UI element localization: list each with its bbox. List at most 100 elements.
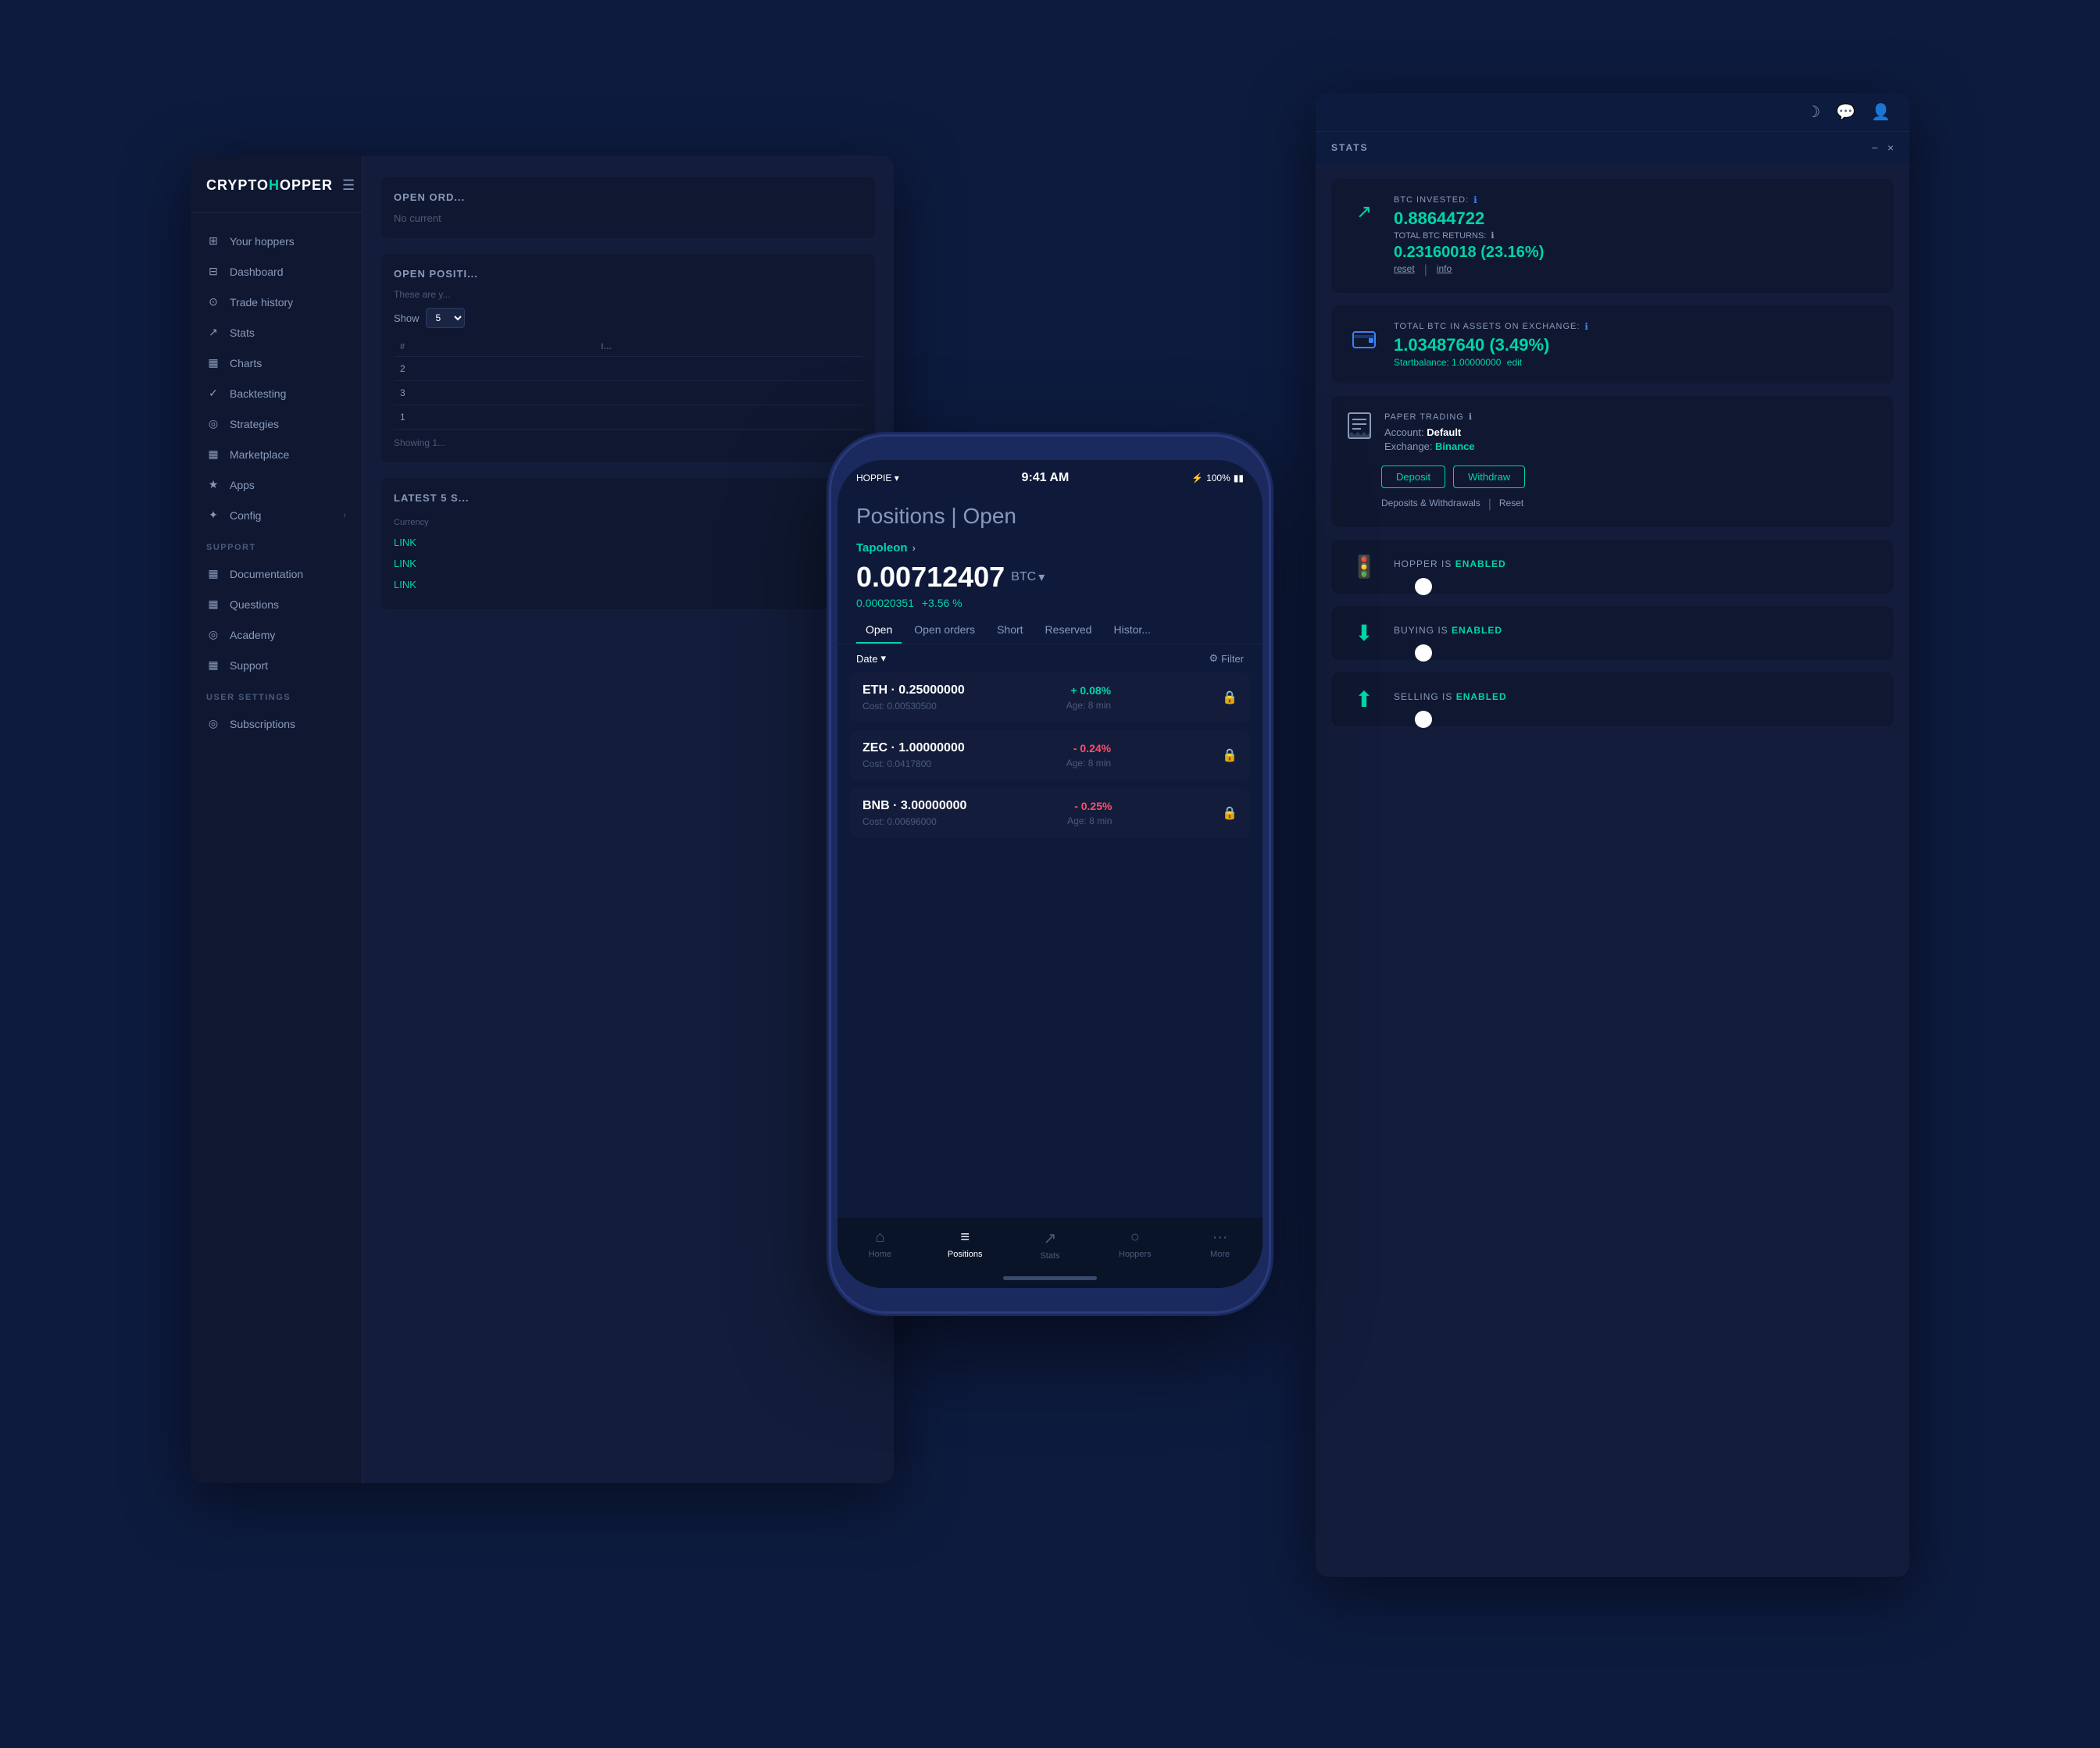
paper-exchange-row: Exchange: Binance (1384, 441, 1475, 452)
more-nav-icon: ··· (1212, 1229, 1228, 1247)
reset-link[interactable]: reset (1394, 263, 1415, 277)
tab-history[interactable]: Histor... (1104, 615, 1159, 644)
moon-icon[interactable]: ☽ (1806, 102, 1820, 122)
deposits-withdrawals-link[interactable]: Deposits & Withdrawals (1381, 498, 1480, 512)
phone-battery: ⚡ 100% ▮▮ (1191, 473, 1244, 483)
show-select[interactable]: 5 10 25 (426, 308, 465, 328)
row-num: 2 (394, 357, 595, 381)
paper-title-text: PAPER TRADING ℹ (1384, 412, 1475, 422)
filter-button[interactable]: ⚙ Filter (1209, 652, 1244, 665)
desktop-left-panel: CRYPTOHOPPER ☰ ⊞ Your hoppers ⊟ Dashboar… (191, 155, 894, 1483)
portfolio-value: 0.00712407 BTC ▾ (856, 561, 1244, 594)
buying-toggle-info: BUYING IS ENABLED (1394, 625, 1878, 642)
hamburger-icon[interactable]: ☰ (342, 177, 355, 194)
desktop-right-panel: ☽ 💬 👤 STATS − × ↗ BTC INVESTED: ℹ 0 (1316, 93, 1909, 1577)
sidebar-item-dashboard[interactable]: ⊟ Dashboard (191, 256, 362, 287)
sidebar-logo: CRYPTOHOPPER ☰ (191, 155, 362, 213)
sidebar-item-strategies[interactable]: ◎ Strategies (191, 408, 362, 439)
info-icon-assets[interactable]: ℹ (1584, 321, 1589, 332)
sidebar-item-questions[interactable]: ▦ Questions (191, 589, 362, 619)
sidebar-item-config[interactable]: ✦ Config › (191, 500, 362, 530)
link-2[interactable]: LINK (394, 558, 416, 569)
sidebar-item-documentation[interactable]: ▦ Documentation (191, 558, 362, 589)
info-icon-paper[interactable]: ℹ (1469, 412, 1473, 422)
table-row: 1 (394, 405, 862, 430)
filter-icon: ⚙ (1209, 652, 1218, 665)
sidebar-item-trade-history[interactable]: ⊙ Trade history (191, 287, 362, 317)
col-info: I... (595, 337, 862, 357)
deposit-button[interactable]: Deposit (1381, 466, 1445, 488)
table-hint: These are y... (394, 289, 862, 300)
position-eth[interactable]: ETH · 0.25000000 Cost: 0.00530500 + 0.08… (850, 672, 1250, 722)
receipt-icon (1347, 412, 1372, 445)
currency-dropdown-icon[interactable]: ▾ (1038, 569, 1045, 585)
pos-age-bnb: Age: 8 min (1067, 815, 1112, 826)
currency-label: Currency (394, 518, 429, 527)
pos-age-zec: Age: 8 min (1066, 758, 1111, 769)
sidebar-item-academy[interactable]: ◎ Academy (191, 619, 362, 650)
info-icon-returns[interactable]: ℹ (1491, 230, 1494, 241)
config-arrow: › (343, 511, 346, 520)
tab-open-orders[interactable]: Open orders (905, 615, 984, 644)
wifi-icon: ▾ (895, 473, 899, 483)
latest-section: LATEST 5 S... Currency LINK LINK LINK (381, 478, 875, 609)
nav-positions[interactable]: ≡ Positions (923, 1225, 1008, 1264)
home-indicator (838, 1276, 1262, 1288)
sidebar-item-marketplace[interactable]: ▦ Marketplace (191, 439, 362, 469)
sidebar-item-stats[interactable]: ↗ Stats (191, 317, 362, 348)
close-button[interactable]: × (1888, 141, 1894, 154)
tab-short[interactable]: Short (988, 615, 1032, 644)
edit-link[interactable]: edit (1507, 357, 1522, 368)
pos-cost-zec: Cost: 0.0417800 (862, 758, 965, 769)
sidebar-item-subscriptions[interactable]: ◎ Subscriptions (191, 708, 362, 739)
sidebar-item-hoppers[interactable]: ⊞ Your hoppers (191, 226, 362, 256)
open-orders-title: OPEN ORD... (394, 191, 862, 203)
selling-toggle-label: SELLING IS ENABLED (1394, 691, 1878, 702)
tab-reserved[interactable]: Reserved (1036, 615, 1102, 644)
info-link[interactable]: info (1437, 263, 1452, 277)
btc-assets-label: TOTAL BTC IN ASSETS ON EXCHANGE: ℹ (1394, 321, 1878, 332)
nav-home[interactable]: ⌂ Home (838, 1225, 923, 1264)
btc-invested-value: 0.88644722 (1394, 209, 1878, 229)
nav-hoppers[interactable]: ○ Hoppers (1092, 1225, 1177, 1264)
link-1[interactable]: LINK (394, 537, 416, 548)
config-icon: ✦ (206, 508, 220, 522)
paper-action-buttons: Deposit Withdraw (1381, 466, 1878, 488)
chat-icon[interactable]: 💬 (1836, 102, 1855, 122)
sidebar-nav: ⊞ Your hoppers ⊟ Dashboard ⊙ Trade histo… (191, 213, 362, 1483)
sidebar-label-charts: Charts (230, 357, 262, 369)
phone-notch: HOPPIE ▾ 9:41 AM ⚡ 100% ▮▮ (838, 460, 1262, 491)
sidebar-item-apps[interactable]: ★ Apps (191, 469, 362, 500)
tab-open[interactable]: Open (856, 615, 902, 644)
row-num: 3 (394, 381, 595, 405)
home-nav-icon: ⌂ (875, 1229, 884, 1247)
position-bnb[interactable]: BNB · 3.00000000 Cost: 0.00696000 - 0.25… (850, 788, 1250, 838)
sidebar-item-support[interactable]: ▦ Support (191, 650, 362, 680)
hopper-toggle-card: 🚦 HOPPER IS ENABLED (1331, 540, 1894, 594)
minimize-button[interactable]: − (1872, 141, 1878, 154)
pos-age-eth: Age: 8 min (1066, 700, 1111, 711)
stats-nav-icon: ↗ (1044, 1229, 1057, 1248)
nav-more[interactable]: ··· More (1177, 1225, 1262, 1264)
withdraw-button[interactable]: Withdraw (1453, 466, 1525, 488)
sidebar-item-charts[interactable]: ▦ Charts (191, 348, 362, 378)
sidebar-item-backtesting[interactable]: ✓ Backtesting (191, 378, 362, 408)
link-3[interactable]: LINK (394, 579, 416, 590)
pos-pct-bnb: - 0.25% (1067, 800, 1112, 812)
pos-name-eth: ETH · 0.25000000 (862, 683, 965, 697)
reset-paper-link[interactable]: Reset (1499, 498, 1523, 512)
filter-bar: Date ▾ ⚙ Filter (838, 644, 1262, 672)
date-filter[interactable]: Date ▾ (856, 652, 886, 665)
close-buttons: − × (1872, 141, 1894, 154)
portfolio-change: 0.00020351 +3.56 % (856, 597, 1244, 609)
info-icon-btc[interactable]: ℹ (1473, 194, 1478, 205)
user-icon[interactable]: 👤 (1871, 102, 1891, 122)
traffic-light-icon: 🚦 (1347, 554, 1381, 580)
open-positions-section: Open Positi... These are y... Show 5 10 … (381, 254, 875, 462)
portfolio-name[interactable]: Tapoleon › (856, 541, 1244, 555)
nav-stats[interactable]: ↗ Stats (1008, 1225, 1093, 1264)
sidebar-label-trade-history: Trade history (230, 296, 293, 309)
btc-assets-value: 1.03487640 (3.49%) (1394, 335, 1878, 355)
positions-nav-icon: ≡ (960, 1229, 970, 1247)
position-zec[interactable]: ZEC · 1.00000000 Cost: 0.0417800 - 0.24%… (850, 730, 1250, 780)
